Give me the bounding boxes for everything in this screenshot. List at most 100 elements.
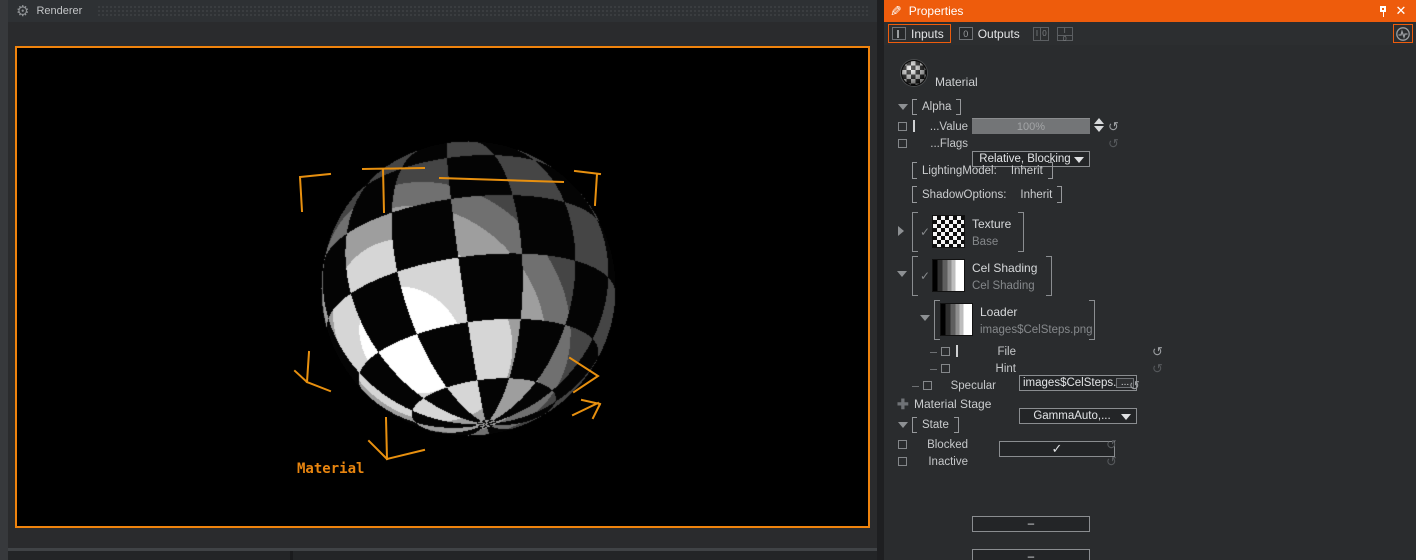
shadow-options-label: ShadowOptions: [922,188,1007,201]
outputs-icon: 0 [958,27,973,40]
loader-bracket-right [1089,300,1095,340]
inactive-field[interactable]: – [972,549,1090,560]
close-button[interactable]: ✕ [1392,2,1410,20]
gear-icon: ⚙ [16,2,30,20]
state-group-tag: State [912,417,959,433]
tab-inputs-label: Inputs [911,26,944,41]
inactive-expose-checkbox[interactable] [898,457,907,466]
cel-group-subtitle: Cel Shading [972,280,1035,292]
texture-bracket-left [912,212,918,252]
selection-name-label: Material [297,461,365,477]
cel-group-title: Cel Shading [972,261,1038,275]
split-vertical-button[interactable]: I0 [1031,25,1051,42]
renderer-titlebar[interactable]: ⚙ Renderer [8,0,877,22]
hint-value: GammaAuto,... [1033,410,1111,422]
gizmo-arrow-right [568,356,600,394]
specular-label: Specular [950,380,996,392]
tab-inputs[interactable]: Inputs [888,24,951,43]
loader-group-subtitle: images$CelSteps.png [980,324,1093,336]
hint-reset-button[interactable]: ↺ [1152,362,1163,375]
material-stage-label[interactable]: Material Stage [914,397,991,411]
shadow-options-tag[interactable]: ShadowOptions: Inherit [912,186,1063,203]
blocked-expose-checkbox[interactable] [898,440,907,449]
file-label: File [997,346,1016,358]
lighting-model-value: Inherit [1010,164,1043,177]
live-update-button[interactable] [1393,24,1413,43]
gizmo-arrow-bottom-right [571,398,602,420]
alpha-group-tag: Alpha [912,99,962,115]
shadow-options-value: Inherit [1020,188,1053,201]
specular-check-icon: ✓ [1051,441,1063,456]
chevron-down-icon [1074,157,1084,163]
gizmo-corner-bottom-left [293,350,332,393]
pencil-icon: ✎ [890,3,902,19]
panel-splitter[interactable] [877,0,884,560]
texture-enabled-check[interactable]: ✓ [920,225,930,239]
hint-dropdown[interactable]: GammaAuto,... [1019,408,1137,424]
file-connector-dash [930,352,937,353]
gizmo-corner-top-left [298,172,332,213]
tab-outputs[interactable]: 0 Outputs [955,24,1027,43]
render-viewport[interactable]: Material [15,46,870,528]
blocked-field[interactable]: – [972,516,1090,532]
bottom-panel-gap [290,551,293,560]
inputs-icon [892,27,906,40]
value-reset-button[interactable]: ↺ [1108,120,1119,133]
properties-body: Material Alpha ...Value 100% ↺ ...Flags … [884,45,1416,560]
chevron-down-icon [1121,414,1131,420]
gizmo-corner-top-right [573,169,602,207]
inactive-label: Inactive [928,456,968,468]
blocked-reset-button[interactable]: ↺ [1106,438,1117,451]
alpha-value-slider[interactable]: 100% [972,118,1090,134]
specular-reset-button[interactable]: ↺ [1129,379,1140,392]
flags-reset-button[interactable]: ↺ [1108,137,1119,150]
split-horizontal-button[interactable]: I0 [1055,25,1075,43]
application-window: ⚙ Renderer Material ✎ Properties ✕ Input… [0,0,1416,560]
lighting-model-label: LightingModel: [922,164,997,177]
state-collapse-icon[interactable] [898,422,908,428]
file-reset-button[interactable]: ↺ [1152,345,1163,358]
properties-title: Properties [908,4,964,18]
dock-edge-strip[interactable] [0,0,8,560]
titlebar-drag-texture[interactable] [97,5,869,17]
file-expose-checkbox[interactable] [941,347,950,356]
flags-expose-checkbox[interactable] [898,139,907,148]
value-spinner[interactable] [1094,118,1104,132]
specular-connector-dash [912,386,919,387]
texture-group-subtitle: Base [972,236,999,248]
alpha-value-text: 100% [1016,120,1046,133]
value-expose-checkbox[interactable] [898,122,907,131]
cel-bracket-right [1046,256,1052,296]
lighting-model-tag[interactable]: LightingModel: Inherit [912,162,1053,179]
loader-group-title: Loader [980,305,1018,319]
material-node-name: Material [935,75,978,89]
loader-collapse-icon[interactable] [920,315,930,321]
texture-collapse-icon[interactable] [898,226,904,236]
cel-collapse-icon[interactable] [897,271,907,277]
gizmo-edge-top [438,176,565,184]
properties-titlebar[interactable]: ✎ Properties ✕ [884,0,1416,22]
pin-button[interactable] [1374,2,1392,20]
hint-expose-checkbox[interactable] [941,364,950,373]
tab-outputs-label: Outputs [977,26,1020,41]
file-input[interactable]: images$CelSteps.... ... [1019,375,1137,391]
specular-expose-checkbox[interactable] [923,381,932,390]
cel-enabled-check[interactable]: ✓ [920,269,930,283]
inactive-reset-button[interactable]: ↺ [1106,455,1117,468]
properties-tabbar: Inputs 0 Outputs I0 I0 [884,22,1416,45]
properties-panel: ✎ Properties ✕ Inputs 0 Outputs I0 I 0 M… [884,0,1416,560]
blocked-label: Blocked [927,439,968,451]
specular-checkbox-field[interactable]: ✓ [999,441,1115,457]
cel-thumbnail [932,259,965,292]
alpha-collapse-icon[interactable] [898,104,908,110]
material-node-icon [901,60,927,86]
file-binding-bar [956,345,958,357]
cel-bracket-left [912,256,918,296]
value-binding-bar [913,120,915,132]
gizmo-axis-bottom [367,416,426,461]
material-stage-expand-icon[interactable]: ✚ [897,396,909,413]
texture-bracket-right [1018,212,1024,252]
gizmo-axis-top [361,166,426,214]
inactive-value: – [1027,551,1035,560]
split-horizontal-icon: I0 [1056,26,1073,43]
